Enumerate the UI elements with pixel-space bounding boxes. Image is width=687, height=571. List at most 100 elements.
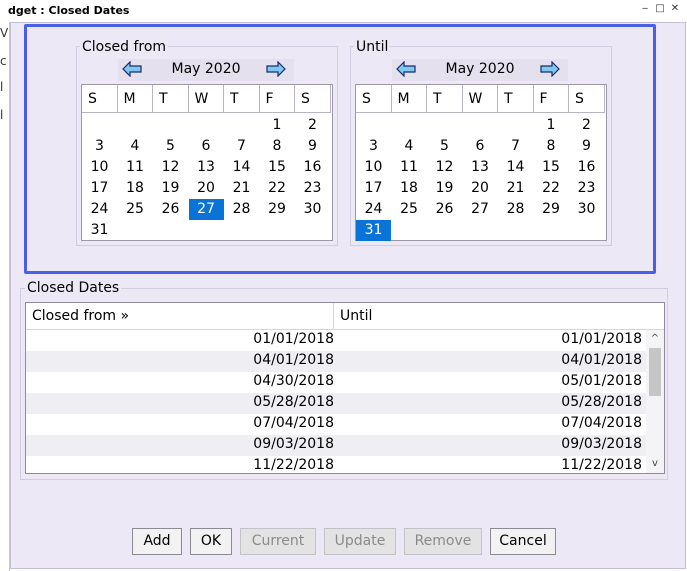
calendar-day[interactable]: 6 [463, 136, 498, 157]
calendar-day[interactable]: 3 [82, 136, 117, 157]
calendar-day[interactable]: 27 [463, 199, 498, 220]
calendar-day[interactable]: 4 [118, 136, 153, 157]
table-row[interactable]: 01/01/2018 01/01/2018 [26, 330, 646, 351]
calendar-day[interactable]: 15 [534, 157, 569, 178]
close-icon[interactable]: ✕ [670, 4, 680, 14]
table-row[interactable]: 05/28/2018 05/28/2018 [26, 393, 646, 414]
calendar-day[interactable]: 25 [392, 199, 427, 220]
calendar-day[interactable]: 16 [569, 157, 604, 178]
calendar-day[interactable]: 2 [295, 115, 330, 136]
calendar-day[interactable]: 6 [189, 136, 224, 157]
calendar-day[interactable]: 1 [260, 115, 295, 136]
weekday-header: S [295, 85, 331, 113]
update-button[interactable]: Update [324, 528, 396, 555]
calendar-day[interactable]: 28 [498, 199, 533, 220]
add-button[interactable]: Add [132, 528, 182, 555]
scroll-up-icon[interactable]: ^ [646, 332, 664, 346]
calendar-day[interactable]: 5 [427, 136, 462, 157]
current-button[interactable]: Current [240, 528, 316, 555]
weekday-header: T [224, 85, 260, 113]
maximize-icon[interactable]: □ [655, 4, 665, 14]
table-scrollbar[interactable]: ^ v [646, 330, 664, 473]
table-row[interactable]: 04/30/2018 05/01/2018 [26, 372, 646, 393]
until-cell: 11/22/2018 [561, 457, 642, 473]
calendar-day[interactable]: 9 [295, 136, 330, 157]
calendar-day[interactable]: 26 [153, 199, 188, 220]
calendar-day[interactable]: 14 [498, 157, 533, 178]
calendar-day[interactable]: 29 [534, 199, 569, 220]
weekday-header: M [391, 85, 427, 113]
calendar-day[interactable]: 11 [118, 157, 153, 178]
closed-from-cell: 09/03/2018 [253, 436, 334, 452]
closed-from-cell: 07/04/2018 [253, 415, 334, 431]
calendar-day[interactable]: 30 [295, 199, 330, 220]
calendar-day[interactable]: 25 [118, 199, 153, 220]
strip-char: l [0, 108, 4, 122]
calendar-day[interactable]: 10 [356, 157, 391, 178]
calendar-day[interactable]: 7 [498, 136, 533, 157]
calendar-day[interactable]: 3 [356, 136, 391, 157]
calendar-day[interactable]: 20 [463, 178, 498, 199]
minimize-icon[interactable]: ‒ [640, 4, 650, 14]
scrollbar-thumb[interactable] [649, 348, 661, 396]
calendar-day[interactable]: 8 [260, 136, 295, 157]
calendar-day[interactable]: 24 [356, 199, 391, 220]
calendar-day[interactable]: 29 [260, 199, 295, 220]
weekday-header: F [533, 85, 569, 113]
calendar-day[interactable]: 5 [153, 136, 188, 157]
calendar-day[interactable]: 31 [82, 220, 117, 241]
closed-from-month-bar: May 2020 [118, 59, 294, 81]
calendar-day[interactable]: 27 [188, 199, 224, 220]
calendar-day[interactable]: 22 [260, 178, 295, 199]
calendar-day[interactable]: 15 [260, 157, 295, 178]
ok-button[interactable]: OK [190, 528, 232, 555]
next-month-arrow-icon[interactable] [540, 61, 560, 77]
calendar-day[interactable]: 10 [82, 157, 117, 178]
remove-button[interactable]: Remove [404, 528, 482, 555]
strip-char: c [0, 54, 7, 68]
cancel-button[interactable]: Cancel [490, 528, 556, 555]
table-row[interactable]: 11/22/2018 11/22/2018 [26, 456, 646, 473]
until-cell: 05/28/2018 [561, 394, 642, 410]
calendar-day[interactable]: 22 [534, 178, 569, 199]
calendar-day[interactable]: 12 [427, 157, 462, 178]
table-row[interactable]: 07/04/2018 07/04/2018 [26, 414, 646, 435]
next-month-arrow-icon[interactable] [266, 61, 286, 77]
calendar-day[interactable]: 7 [224, 136, 259, 157]
calendar-day[interactable]: 21 [498, 178, 533, 199]
table-row[interactable]: 04/01/2018 04/01/2018 [26, 351, 646, 372]
calendar-day[interactable]: 20 [189, 178, 224, 199]
calendar-day[interactable]: 18 [392, 178, 427, 199]
calendar-day[interactable]: 23 [295, 178, 330, 199]
calendar-day[interactable]: 16 [295, 157, 330, 178]
calendar-day[interactable]: 8 [534, 136, 569, 157]
calendar-day[interactable]: 19 [427, 178, 462, 199]
calendar-day[interactable]: 1 [534, 115, 569, 136]
until-cell: 07/04/2018 [561, 415, 642, 431]
calendar-day[interactable]: 18 [118, 178, 153, 199]
calendar-day[interactable]: 17 [356, 178, 391, 199]
calendar-day[interactable]: 2 [569, 115, 604, 136]
calendar-day[interactable]: 13 [189, 157, 224, 178]
table-row[interactable]: 09/03/2018 09/03/2018 [26, 435, 646, 456]
calendar-day[interactable]: 21 [224, 178, 259, 199]
calendar-day[interactable]: 19 [153, 178, 188, 199]
calendar-day[interactable]: 4 [392, 136, 427, 157]
calendar-day[interactable]: 17 [82, 178, 117, 199]
calendar-day[interactable]: 13 [463, 157, 498, 178]
calendar-day[interactable]: 30 [569, 199, 604, 220]
calendar-day[interactable]: 14 [224, 157, 259, 178]
weekday-header: T [498, 85, 534, 113]
calendar-day[interactable]: 11 [392, 157, 427, 178]
calendar-day[interactable]: 9 [569, 136, 604, 157]
calendar-day[interactable]: 23 [569, 178, 604, 199]
column-header-until[interactable]: Until [334, 303, 646, 329]
calendar-day[interactable]: 28 [224, 199, 259, 220]
scroll-down-icon[interactable]: v [646, 457, 664, 471]
closed-from-calendar-grid: S M T W T F S 1 2 3 4 5 6 7 8 9 10 11 12 13 14 15 16 17 18 19 20 21… [81, 84, 333, 241]
column-header-closed-from[interactable]: Closed from » [26, 303, 334, 329]
calendar-day[interactable]: 24 [82, 199, 117, 220]
calendar-day[interactable]: 31 [356, 220, 391, 241]
calendar-day[interactable]: 26 [427, 199, 462, 220]
calendar-day[interactable]: 12 [153, 157, 188, 178]
